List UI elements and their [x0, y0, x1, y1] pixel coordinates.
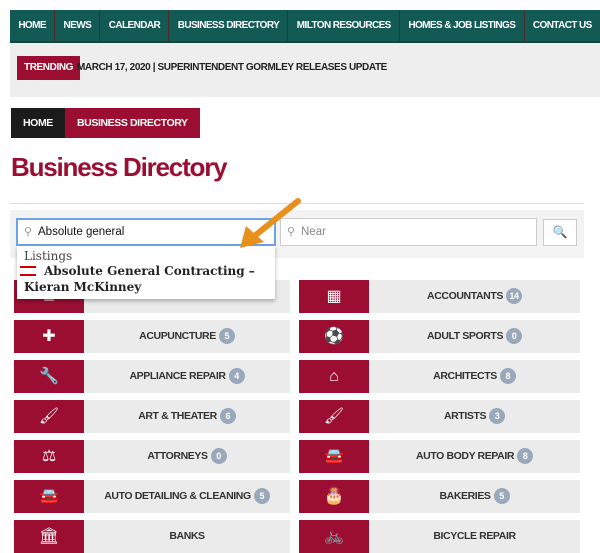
category-name: BAKERIES: [439, 490, 491, 502]
dropdown-heading: Listings: [24, 249, 73, 263]
count-badge: 14: [505, 288, 522, 305]
count-badge: 0: [210, 448, 227, 465]
category-name: BICYCLE REPAIR: [433, 530, 516, 542]
calculator-icon: ▦: [299, 280, 369, 313]
trending-link[interactable]: MARCH 17, 2020 | SUPERINTENDENT GORMLEY …: [77, 56, 387, 80]
category-name: APPLIANCE REPAIR: [129, 370, 226, 382]
category-label: ARCHITECTS 8: [369, 360, 580, 393]
category-item[interactable]: 🎂 BAKERIES 5: [299, 480, 580, 513]
listing-logo: [20, 266, 36, 276]
search-value: Absolute general: [38, 226, 125, 238]
search-button[interactable]: 🔍: [543, 219, 577, 246]
count-badge: 0: [506, 328, 523, 345]
near-placeholder: Near: [301, 226, 326, 238]
near-input[interactable]: ⚲ Near: [280, 218, 537, 246]
nav-news[interactable]: NEWS: [55, 10, 101, 41]
category-label: APPLIANCE REPAIR 4: [84, 360, 290, 393]
bank-icon: 🏛: [14, 520, 84, 553]
page-title: Business Directory: [11, 152, 228, 182]
car-icon: 🚘: [14, 480, 84, 513]
search-icon: ⚲: [24, 226, 33, 238]
count-badge: 4: [228, 368, 245, 385]
category-item[interactable]: 🚲 BICYCLE REPAIR: [299, 520, 580, 553]
breadcrumb-home[interactable]: HOME: [11, 108, 65, 138]
category-name: AUTO BODY REPAIR: [415, 450, 515, 462]
scales-icon: ⚖: [14, 440, 84, 473]
trending-label: TRENDING: [17, 56, 81, 80]
category-item[interactable]: 🚘 AUTO DETAILING & CLEANING 5: [14, 480, 290, 513]
category-label: AUTO DETAILING & CLEANING 5: [84, 480, 290, 513]
autocomplete-dropdown: Listings Absolute General Contracting – …: [17, 246, 275, 299]
category-item[interactable]: 🖌 ARTISTS 3: [299, 400, 580, 433]
category-name: ATTORNEYS: [147, 450, 208, 462]
category-label: AUTO BODY REPAIR 8: [369, 440, 580, 473]
category-item[interactable]: ✚ ACUPUNCTURE 5: [14, 320, 290, 353]
category-item[interactable]: 🏛 BANKS: [14, 520, 290, 553]
nav-homes-job-listings[interactable]: HOMES & JOB LISTINGS: [400, 10, 525, 41]
count-badge: 5: [493, 488, 510, 505]
count-badge: 8: [499, 368, 516, 385]
count-badge: 3: [489, 408, 506, 425]
category-label: ACCOUNTANTS 14: [369, 280, 580, 313]
count-badge: 6: [219, 408, 236, 425]
search-icon: 🔍: [552, 225, 568, 239]
count-badge: 5: [253, 488, 270, 505]
category-name: ARTISTS: [443, 410, 487, 422]
category-label: BAKERIES 5: [369, 480, 580, 513]
category-name: ARCHITECTS: [433, 370, 497, 382]
category-label: ART & THEATER 6: [84, 400, 290, 433]
nav-home[interactable]: HOME: [10, 10, 56, 41]
home-icon: ⌂: [299, 360, 369, 393]
nav-calendar[interactable]: CALENDAR: [100, 10, 170, 41]
category-item[interactable]: ▦ ACCOUNTANTS 14: [299, 280, 580, 313]
category-item[interactable]: 🚘 AUTO BODY REPAIR 8: [299, 440, 580, 473]
cake-icon: 🎂: [299, 480, 369, 513]
category-item[interactable]: ⚖ ATTORNEYS 0: [14, 440, 290, 473]
result-text: Absolute General Contracting – Kieran Mc…: [24, 264, 255, 294]
category-item[interactable]: ⌂ ARCHITECTS 8: [299, 360, 580, 393]
category-name: ADULT SPORTS: [426, 330, 504, 342]
category-label: ADULT SPORTS 0: [369, 320, 580, 353]
category-name: ART & THEATER: [138, 410, 217, 422]
dropdown-result[interactable]: Absolute General Contracting – Kieran Mc…: [17, 263, 275, 295]
search-input[interactable]: ⚲ Absolute general: [16, 218, 276, 246]
category-name: AUTO DETAILING & CLEANING: [104, 490, 251, 502]
category-item[interactable]: 🔧 APPLIANCE REPAIR 4: [14, 360, 290, 393]
nav-business-directory[interactable]: BUSINESS DIRECTORY: [169, 10, 289, 41]
breadcrumb-current: BUSINESS DIRECTORY: [65, 108, 200, 138]
main-nav: HOME NEWS CALENDAR BUSINESS DIRECTORY MI…: [10, 10, 600, 43]
category-name: BANKS: [169, 530, 205, 542]
category-label: ATTORNEYS 0: [84, 440, 290, 473]
soccer-ball-icon: ⚽: [299, 320, 369, 353]
category-label: ACUPUNCTURE 5: [84, 320, 290, 353]
bicycle-icon: 🚲: [299, 520, 369, 553]
category-name: ACUPUNCTURE: [139, 330, 216, 342]
nav-contact-us[interactable]: CONTACT US: [525, 10, 600, 41]
medical-plus-icon: ✚: [14, 320, 84, 353]
car-icon: 🚘: [299, 440, 369, 473]
paintbrush-icon: 🖌: [299, 400, 369, 433]
trending-bar: TRENDING MARCH 17, 2020 | SUPERINTENDENT…: [10, 43, 600, 97]
count-badge: 8: [517, 448, 534, 465]
annotation-arrow-icon: [240, 198, 301, 248]
category-name: ACCOUNTANTS: [427, 290, 503, 302]
category-label: BICYCLE REPAIR: [369, 520, 580, 553]
category-label: ARTISTS 3: [369, 400, 580, 433]
nav-milton-resources[interactable]: MILTON RESOURCES: [288, 10, 401, 41]
category-label: BANKS: [84, 520, 290, 553]
category-item[interactable]: ⚽ ADULT SPORTS 0: [299, 320, 580, 353]
paintbrush-icon: 🖌: [14, 400, 84, 433]
category-item[interactable]: 🖌 ART & THEATER 6: [14, 400, 290, 433]
count-badge: 5: [218, 328, 235, 345]
wrench-icon: 🔧: [14, 360, 84, 393]
